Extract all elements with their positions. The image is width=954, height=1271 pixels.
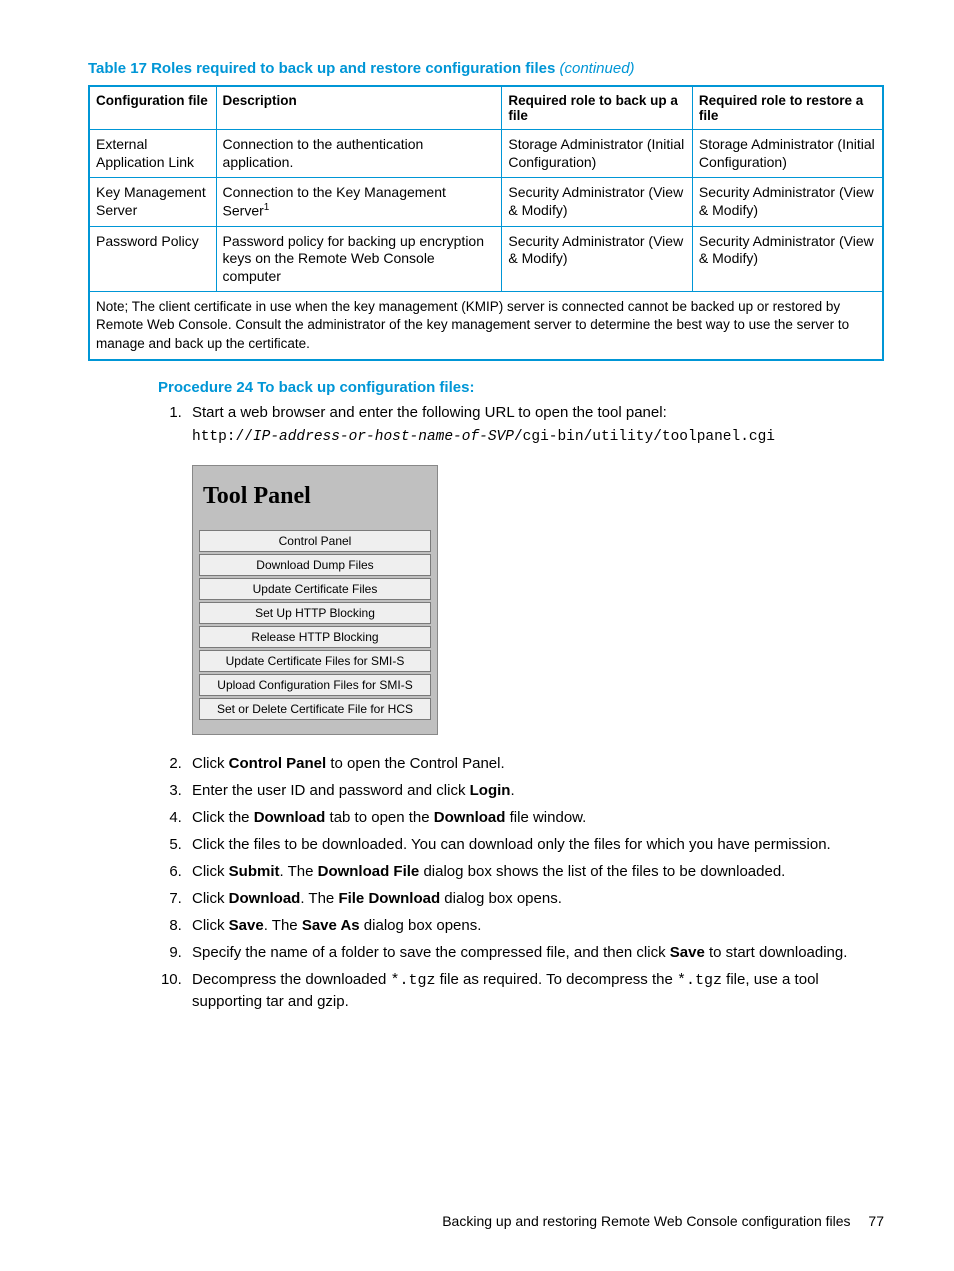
step-1: Start a web browser and enter the follow… [186,402,884,735]
t: Click the [192,809,254,826]
bold: Download File [318,863,420,880]
cell-config-file: External Application Link [89,130,216,178]
t: file as required. To decompress the [435,971,677,988]
cell-config-file: Key Management Server [89,178,216,227]
url-post: /cgi-bin/utility/toolpanel.cgi [514,429,775,445]
bold: Control Panel [229,755,327,772]
cell-config-file: Password Policy [89,226,216,292]
step-6: Click Submit. The Download File dialog b… [186,861,884,882]
cell-description: Connection to the authentication applica… [216,130,502,178]
desc-text: Connection to the Key Management Server [223,184,446,218]
t: . [510,782,514,799]
t: . The [264,917,302,934]
step-9: Specify the name of a folder to save the… [186,942,884,963]
page-footer: Backing up and restoring Remote Web Cons… [442,1213,884,1229]
control-panel-button[interactable]: Control Panel [199,530,431,552]
bold: Download [254,809,326,826]
mono: *.tgz [390,972,435,989]
mono: *.tgz [677,972,722,989]
t: Decompress the downloaded [192,971,390,988]
t: dialog box shows the list of the files t… [419,863,785,880]
t: Click [192,755,229,772]
step-url: http://IP-address-or-host-name-of-SVP/cg… [192,427,884,447]
bold: Login [470,782,511,799]
table-note: Note; The client certificate in use when… [89,292,883,360]
table-title: Table 17 Roles required to back up and r… [88,60,884,77]
tool-panel-title: Tool Panel [203,480,431,514]
url-pre: http:// [192,429,253,445]
t: dialog box opens. [360,917,482,934]
col-config-file: Configuration file [89,86,216,130]
t: Click [192,863,229,880]
table-row: Key Management Server Connection to the … [89,178,883,227]
tool-panel-screenshot: Tool Panel Control Panel Download Dump F… [192,465,884,735]
cell-backup-role: Security Administrator (View & Modify) [502,178,693,227]
t: to start downloading. [705,944,848,961]
procedure-steps: Start a web browser and enter the follow… [158,402,884,1012]
t: Click [192,917,229,934]
table-note-row: Note; The client certificate in use when… [89,292,883,360]
tool-panel: Tool Panel Control Panel Download Dump F… [192,465,438,735]
step-10: Decompress the downloaded *.tgz file as … [186,969,884,1012]
bold: Save As [302,917,360,934]
t: tab to open the [325,809,433,826]
cell-description: Password policy for backing up encryptio… [216,226,502,292]
url-host: IP-address-or-host-name-of-SVP [253,429,514,445]
step-4: Click the Download tab to open the Downl… [186,807,884,828]
bold: Submit [229,863,280,880]
col-restore-role: Required role to restore a file [692,86,883,130]
release-http-blocking-button[interactable]: Release HTTP Blocking [199,626,431,648]
t: dialog box opens. [440,890,562,907]
cell-backup-role: Security Administrator (View & Modify) [502,226,693,292]
footer-text: Backing up and restoring Remote Web Cons… [442,1213,850,1229]
table-title-text: Table 17 Roles required to back up and r… [88,60,560,77]
t: Specify the name of a folder to save the… [192,944,670,961]
cell-restore-role: Security Administrator (View & Modify) [692,226,883,292]
set-delete-cert-hcs-button[interactable]: Set or Delete Certificate File for HCS [199,698,431,720]
upload-config-smis-button[interactable]: Upload Configuration Files for SMI-S [199,674,431,696]
t: . The [300,890,338,907]
t: file window. [505,809,586,826]
bold: File Download [338,890,440,907]
step-5: Click the files to be downloaded. You ca… [186,834,884,855]
t: Click [192,890,229,907]
footnote-marker: 1 [264,202,270,213]
page-number: 77 [868,1213,884,1229]
cell-restore-role: Storage Administrator (Initial Configura… [692,130,883,178]
procedure-title: Procedure 24 To back up configuration fi… [158,379,884,396]
t: Enter the user ID and password and click [192,782,470,799]
config-table: Configuration file Description Required … [88,85,884,361]
cell-backup-role: Storage Administrator (Initial Configura… [502,130,693,178]
bold: Save [229,917,264,934]
t: to open the Control Panel. [326,755,504,772]
step-8: Click Save. The Save As dialog box opens… [186,915,884,936]
step-text: Start a web browser and enter the follow… [192,404,667,421]
step-3: Enter the user ID and password and click… [186,780,884,801]
table-title-continued: (continued) [560,60,635,77]
bold: Save [670,944,705,961]
table-row: External Application Link Connection to … [89,130,883,178]
t: . The [280,863,318,880]
download-dump-files-button[interactable]: Download Dump Files [199,554,431,576]
step-2: Click Control Panel to open the Control … [186,753,884,774]
cell-description: Connection to the Key Management Server1 [216,178,502,227]
table-row: Password Policy Password policy for back… [89,226,883,292]
bold: Download [434,809,506,826]
step-7: Click Download. The File Download dialog… [186,888,884,909]
col-backup-role: Required role to back up a file [502,86,693,130]
cell-restore-role: Security Administrator (View & Modify) [692,178,883,227]
bold: Download [229,890,301,907]
update-certificate-files-button[interactable]: Update Certificate Files [199,578,431,600]
update-certificate-smis-button[interactable]: Update Certificate Files for SMI-S [199,650,431,672]
table-header-row: Configuration file Description Required … [89,86,883,130]
col-description: Description [216,86,502,130]
set-up-http-blocking-button[interactable]: Set Up HTTP Blocking [199,602,431,624]
